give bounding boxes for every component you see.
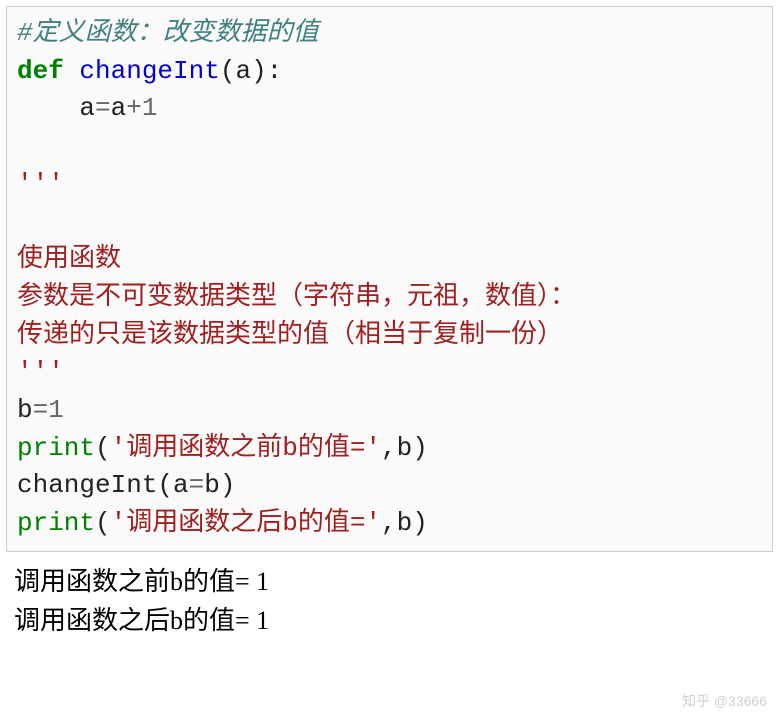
print2-str: '调用函数之后b的值=' [111, 508, 381, 538]
assign-eq: = [33, 395, 49, 425]
print1-str: '调用函数之前b的值=' [111, 433, 381, 463]
output-line2: 调用函数之后b的值= 1 [14, 606, 269, 635]
print1-fn: print [17, 433, 95, 463]
output-block: 调用函数之前b的值= 1 调用函数之后b的值= 1 [14, 562, 765, 640]
body-rhs-a: a [111, 93, 127, 123]
param-list: (a): [220, 56, 282, 86]
assign-val: 1 [48, 395, 64, 425]
docstring-line1: 使用函数 [17, 244, 121, 274]
body-lhs: a [79, 93, 95, 123]
docstring-line2: 参数是不可变数据类型（字符串，元祖，数值）： [17, 282, 576, 312]
triple-quote-close: ''' [17, 357, 64, 387]
func-name: changeInt [79, 56, 219, 86]
triple-quote-open: ''' [17, 169, 64, 199]
print2-open: ( [95, 508, 111, 538]
assign-b: b [17, 395, 33, 425]
print2-fn: print [17, 508, 95, 538]
call-rest: b) [204, 470, 235, 500]
kw-def: def [17, 56, 64, 86]
docstring-line3: 传递的只是该数据类型的值（相当于复制一份） [17, 320, 563, 350]
code-block: #定义函数：改变数据的值 def changeInt(a): a=a+1 '''… [6, 6, 773, 552]
comment-line: #定义函数：改变数据的值 [17, 18, 319, 48]
print1-open: ( [95, 433, 111, 463]
output-line1: 调用函数之前b的值= 1 [14, 567, 269, 596]
body-eq: = [95, 93, 111, 123]
watermark: 知乎 @33666 [682, 691, 767, 711]
call-eq: = [189, 470, 205, 500]
body-one: 1 [142, 93, 158, 123]
call-line: changeInt(a [17, 470, 189, 500]
body-plus: + [126, 93, 142, 123]
print2-rest: ,b) [381, 508, 428, 538]
indent [17, 93, 79, 123]
print1-rest: ,b) [381, 433, 428, 463]
